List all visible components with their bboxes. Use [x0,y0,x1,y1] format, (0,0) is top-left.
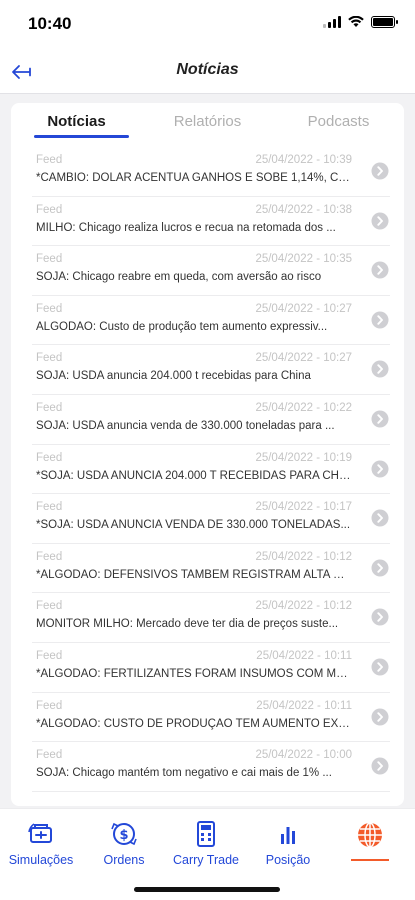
feed-source: Feed [36,451,63,464]
feed-date: 25/04/2022 - 10:35 [255,253,352,266]
nav-label: Posição [265,853,311,867]
cellular-signal-icon [323,16,341,28]
feed-headline: *ALGODÃO: DEFENSIVOS TAMBÉM REGISTRAM AL… [36,568,352,581]
feed-headline: SOJA: Chicago mantém tom negativo e cai … [36,767,332,780]
feed-item[interactable]: Feed 25/04/2022 - 10:27 SOJA: USDA anunc… [32,345,390,395]
chevron-right-icon[interactable] [371,261,389,279]
battery-icon [371,16,398,28]
feed-source: Feed [36,253,63,266]
feed-headline: SOJA: USDA anuncia 204.000 t recebidas p… [36,370,311,383]
chevron-right-icon[interactable] [371,708,389,726]
nav-simulacoes[interactable]: Simulações [6,819,76,867]
status-icons [323,16,398,28]
feed-headline: *SOJA: USDA ANUNCIA 204.000 T RECEBIDAS … [36,469,352,482]
tab-podcasts[interactable]: Podcasts [273,103,404,139]
calculator-icon [197,821,215,847]
feed-date: 25/04/2022 - 10:27 [255,302,352,315]
feed-headline: MONITOR MILHO: Mercado deve ter dia de p… [36,618,339,631]
feed-source: Feed [36,699,63,712]
nav-globe[interactable] [353,819,387,849]
feed-date: 25/04/2022 - 10:12 [255,600,352,613]
feed-date: 25/04/2022 - 10:11 [256,649,352,662]
active-tab-underline [34,135,129,138]
chevron-right-icon[interactable] [371,360,389,378]
feed-item[interactable]: Feed 25/04/2022 - 10:27 ALGODÃO: Custo d… [32,296,390,346]
feed-source: Feed [36,154,63,166]
feed-source: Feed [36,401,63,414]
feed-date: 25/04/2022 - 10:17 [255,501,352,514]
feed-item[interactable]: Feed 25/04/2022 - 10:19 *SOJA: USDA ANUN… [32,445,390,495]
status-time: 10:40 [28,14,72,33]
nav-label: Ordens [103,853,145,867]
feed-item[interactable]: Feed 25/04/2022 - 10:00 SOJA: Chicago ma… [32,742,390,792]
feed-date: 25/04/2022 - 10:12 [255,550,352,563]
status-bar: 10:40 [0,0,415,50]
nav-carry-trade[interactable]: Carry Trade [168,819,244,867]
chevron-right-icon[interactable] [371,460,389,478]
feed-date: 25/04/2022 - 10:39 [255,154,352,166]
tab-relatorios[interactable]: Relatórios [142,103,273,139]
feed-source: Feed [36,352,63,365]
active-nav-indicator [351,859,389,861]
feed-source: Feed [36,501,63,514]
chevron-right-icon[interactable] [371,559,389,577]
nav-label: Carry Trade [173,853,239,867]
nav-label: Simulações [8,853,74,867]
nav-ordens[interactable]: $ Ordens [96,819,152,867]
feed-item[interactable]: Feed 25/04/2022 - 10:11 *ALGODÃO: CUSTO … [32,693,390,743]
feed-date: 25/04/2022 - 10:22 [255,401,352,414]
chevron-right-icon[interactable] [371,757,389,775]
feed-source: Feed [36,749,63,762]
feed-headline: SOJA: Chicago reabre em queda, com avers… [36,271,322,284]
wifi-icon [348,16,364,27]
feed-item[interactable]: Feed 25/04/2022 - 10:38 MILHO: Chicago r… [32,197,390,247]
feed-source: Feed [36,550,63,563]
feed-item[interactable]: Feed 25/04/2022 - 10:39 *CÂMBIO: DÓLAR A… [32,147,390,197]
home-indicator [134,887,280,892]
chevron-right-icon[interactable] [371,410,389,428]
feed-headline: MILHO: Chicago realiza lucros e recua na… [36,221,336,234]
nav-posicao[interactable]: Posição [262,819,314,867]
feed-headline: *CÂMBIO: DÓLAR ACENTUA GANHOS E SOBE 1,1… [36,172,352,184]
nav-bar: Notícias [0,50,415,94]
feed-date: 25/04/2022 - 10:11 [256,699,352,712]
feed-item[interactable]: Feed 25/04/2022 - 10:12 *ALGODÃO: DEFENS… [32,544,390,594]
feed-source: Feed [36,649,63,662]
orders-icon: $ [111,822,137,846]
news-card: Notícias Relatórios Podcasts Feed 25/04/… [11,103,404,806]
chevron-right-icon[interactable] [371,311,389,329]
feed-headline: *ALGODÃO: FERTILIZANTES FORAM INSUMOS CO… [36,667,352,680]
chevron-right-icon[interactable] [371,162,389,180]
tab-noticias[interactable]: Notícias [11,103,142,139]
feed-headline: SOJA: USDA anuncia venda de 330.000 tone… [36,419,335,432]
feed-headline: *ALGODÃO: CUSTO DE PRODUÇÃO TEM AUMENTO … [36,717,352,730]
feed-item[interactable]: Feed 25/04/2022 - 10:12 MONITOR MILHO: M… [32,593,390,643]
feed-item[interactable]: Feed 25/04/2022 - 10:17 *SOJA: USDA ANUN… [32,494,390,544]
chevron-right-icon[interactable] [371,212,389,230]
globe-icon [358,822,382,848]
feed-item[interactable]: Feed 25/04/2022 - 10:35 SOJA: Chicago re… [32,246,390,296]
feed-date: 25/04/2022 - 10:19 [255,451,352,464]
page-title: Notícias [176,61,239,78]
feed-date: 25/04/2022 - 10:38 [255,203,352,216]
feed-date: 25/04/2022 - 10:00 [255,749,352,762]
chevron-right-icon[interactable] [371,608,389,626]
feed-source: Feed [36,203,63,216]
feed-headline: ALGODÃO: Custo de produção tem aumento e… [36,320,328,333]
feed-list: Feed 25/04/2022 - 10:39 *CÂMBIO: DÓLAR A… [11,147,404,792]
tab-bar: Notícias Relatórios Podcasts [11,103,404,139]
chevron-right-icon[interactable] [371,509,389,527]
svg-text:$: $ [119,828,128,843]
position-chart-icon [281,827,295,844]
feed-source: Feed [36,302,63,315]
feed-item[interactable]: Feed 25/04/2022 - 10:11 *ALGODÃO: FERTIL… [32,643,390,693]
feed-item[interactable]: Feed 25/04/2022 - 10:22 SOJA: USDA anunc… [32,395,390,445]
simulation-icon [28,823,52,843]
feed-date: 25/04/2022 - 10:27 [255,352,352,365]
feed-headline: *SOJA: USDA ANUNCIA VENDA DE 330.000 TON… [36,519,351,532]
feed-source: Feed [36,600,63,613]
chevron-right-icon[interactable] [371,658,389,676]
